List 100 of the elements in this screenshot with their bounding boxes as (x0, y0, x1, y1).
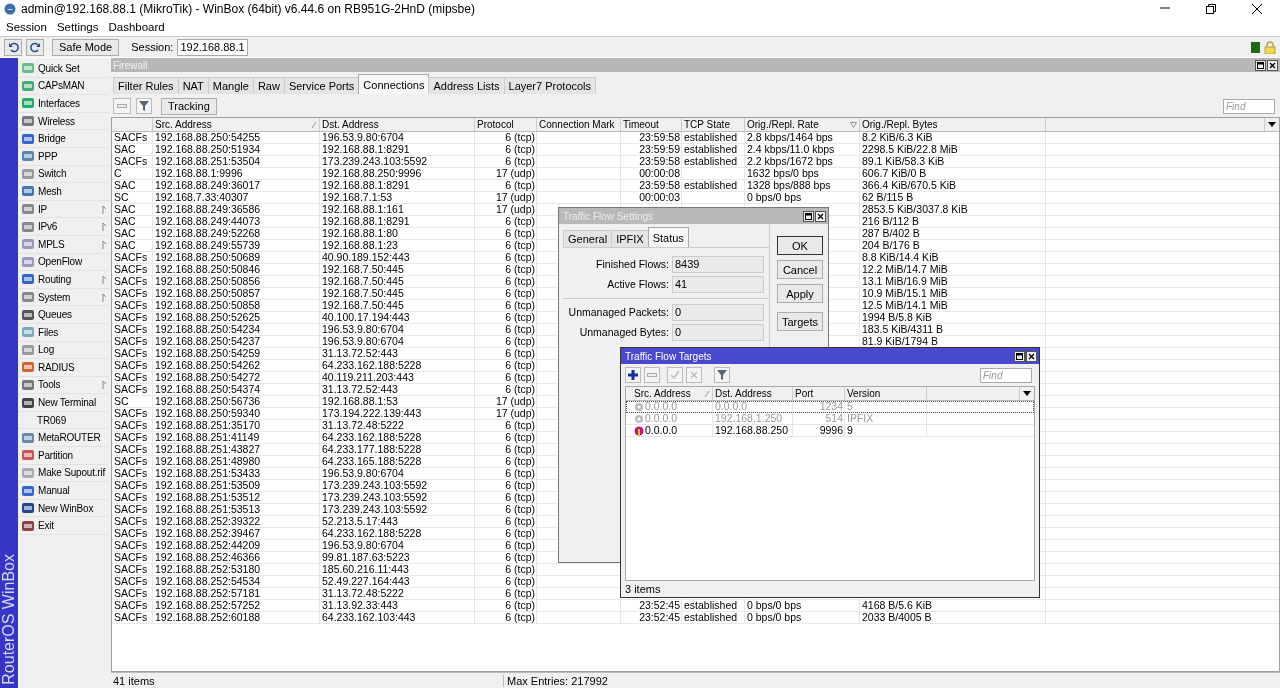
tab[interactable]: Service Ports (283, 77, 360, 94)
column-header[interactable]: Orig./Repl. Bytes (862, 119, 1043, 130)
module-icon (21, 150, 35, 163)
tab[interactable]: Filter Rules (113, 77, 179, 94)
close-button[interactable] (1026, 350, 1037, 362)
restore-button[interactable] (1255, 59, 1266, 71)
sidebar-item[interactable]: Quick Set (18, 60, 109, 78)
table-cell: 192.168.88.250:50857 (155, 287, 261, 299)
dialog-button[interactable]: Cancel (777, 260, 823, 279)
sidebar-item[interactable]: CAPsMAN (18, 77, 109, 96)
add-button[interactable] (625, 367, 641, 383)
sidebar-item[interactable]: Interfaces (18, 95, 109, 113)
safe-mode-button[interactable]: Safe Mode (52, 38, 120, 56)
column-header[interactable]: Orig./Repl. Rate (747, 119, 850, 130)
find-field[interactable]: Find (1223, 98, 1275, 114)
table-cell: 192.168.88.251:53433 (155, 467, 261, 479)
column-header[interactable]: Port (795, 388, 842, 399)
sidebar-item[interactable]: MetaROUTER (18, 429, 109, 448)
tab[interactable]: IPFIX (611, 230, 649, 247)
sidebar-item[interactable]: Exit (18, 517, 109, 536)
menu-item[interactable]: Session (6, 21, 47, 33)
table-cell: 196.53.9.80:6704 (322, 131, 404, 143)
close-button[interactable] (1267, 59, 1278, 71)
sidebar-item[interactable]: Partition (18, 447, 109, 465)
column-header[interactable]: Timeout (623, 119, 679, 130)
module-icon (21, 308, 35, 321)
session-field[interactable]: 192.168.88.1 (177, 38, 248, 56)
table-cell: 196.53.9.80:6704 (322, 323, 404, 335)
sidebar-item[interactable]: Bridge (18, 130, 109, 148)
column-header[interactable]: Dst. Address (715, 388, 790, 399)
flags-cell: SACFs (114, 335, 148, 347)
sidebar-item[interactable]: Wireless (18, 112, 109, 131)
dropdown-icon[interactable] (1268, 122, 1276, 127)
column-header[interactable]: Version (847, 388, 924, 399)
undo-button[interactable] (4, 38, 22, 56)
tracking-button[interactable]: Tracking (161, 97, 217, 115)
column-header[interactable]: Connection Mark (539, 119, 618, 130)
sidebar-item[interactable]: New Terminal (18, 394, 109, 412)
sidebar-item[interactable]: Log (18, 341, 109, 360)
sidebar-item[interactable]: New WinBox (18, 499, 109, 518)
table-cell: 6 (tcp) (505, 455, 535, 467)
sidebar-item[interactable]: Manual (18, 482, 109, 500)
tab[interactable]: NAT (177, 77, 209, 94)
tab[interactable]: Status (647, 227, 689, 247)
flags-cell: SACFs (114, 155, 148, 167)
tab[interactable]: Mangle (207, 77, 254, 94)
window-title: Firewall (113, 59, 149, 71)
flags-cell: C (114, 167, 122, 179)
menu-item[interactable]: Settings (56, 21, 99, 33)
sidebar-item[interactable]: System (18, 288, 109, 307)
tab[interactable]: Raw (252, 77, 285, 94)
filter-button[interactable] (714, 367, 730, 383)
field-label: Unmanaged Packets: (567, 306, 669, 318)
table-cell: 12.5 MiB/14.1 MiB (862, 299, 948, 311)
sidebar-item[interactable]: TR069 (18, 411, 109, 430)
table-cell: 6 (tcp) (505, 227, 535, 239)
filter-button[interactable] (136, 98, 152, 114)
sidebar-item[interactable]: RADIUS (18, 359, 109, 377)
table-row[interactable]: 0.0.0.0 192.168.88.250 9996 9 (626, 425, 1034, 437)
tab[interactable]: General (563, 230, 613, 247)
sidebar-item[interactable]: Files (18, 323, 109, 342)
sidebar-item[interactable]: IP (18, 200, 109, 219)
sidebar-item[interactable]: Tools (18, 376, 109, 395)
redo-button[interactable] (26, 38, 44, 56)
menu-item[interactable]: Dashboard (108, 21, 165, 33)
table-cell: 17 (udp) (495, 191, 535, 203)
table-cell: 173.194.222.139:443 (322, 407, 422, 419)
sidebar-item[interactable]: Make Supout.rif (18, 464, 109, 483)
column-header[interactable]: Src. Address (628, 388, 704, 399)
sidebar-item[interactable]: PPP (18, 147, 109, 166)
table-cell: 62 B/115 B (862, 191, 914, 203)
dialog-button[interactable]: Apply (777, 284, 823, 303)
table-cell: 514 (825, 413, 843, 424)
column-header[interactable]: Dst. Address (322, 119, 472, 130)
sidebar-item[interactable]: IPv6 (18, 218, 109, 236)
table-cell: 00:00:08 (639, 167, 680, 179)
table-cell: 31.13.72.52:443 (322, 347, 398, 359)
flags-cell: SACFs (114, 443, 148, 455)
column-header[interactable]: Protocol (477, 119, 534, 130)
sidebar-item[interactable]: Switch (18, 165, 109, 184)
sidebar-item[interactable]: Routing (18, 271, 109, 289)
minus-icon (117, 104, 127, 108)
module-icon (21, 291, 35, 303)
sidebar-item[interactable]: MPLS (18, 235, 109, 254)
sidebar-item[interactable]: Mesh (18, 183, 109, 201)
flags-cell: SC (114, 395, 129, 407)
sidebar-item[interactable]: Queues (18, 306, 109, 324)
tab[interactable]: Connections (358, 74, 430, 94)
maximize-button[interactable] (1014, 350, 1025, 362)
column-header[interactable]: Src. Address (155, 119, 311, 130)
submenu-arrow-icon (101, 204, 108, 214)
table-cell: 192.168.88.250 (715, 425, 788, 436)
dialog-button[interactable]: Targets (777, 312, 823, 331)
tab[interactable]: Layer7 Protocols (503, 77, 597, 94)
column-header[interactable]: TCP State (684, 119, 742, 130)
dialog-button[interactable]: OK (777, 236, 823, 255)
find-field[interactable]: Find (980, 367, 1032, 383)
sidebar-item[interactable]: OpenFlow (18, 253, 109, 272)
tab[interactable]: Address Lists (428, 77, 505, 94)
table-cell: 0 bps/0 bps (747, 611, 802, 623)
